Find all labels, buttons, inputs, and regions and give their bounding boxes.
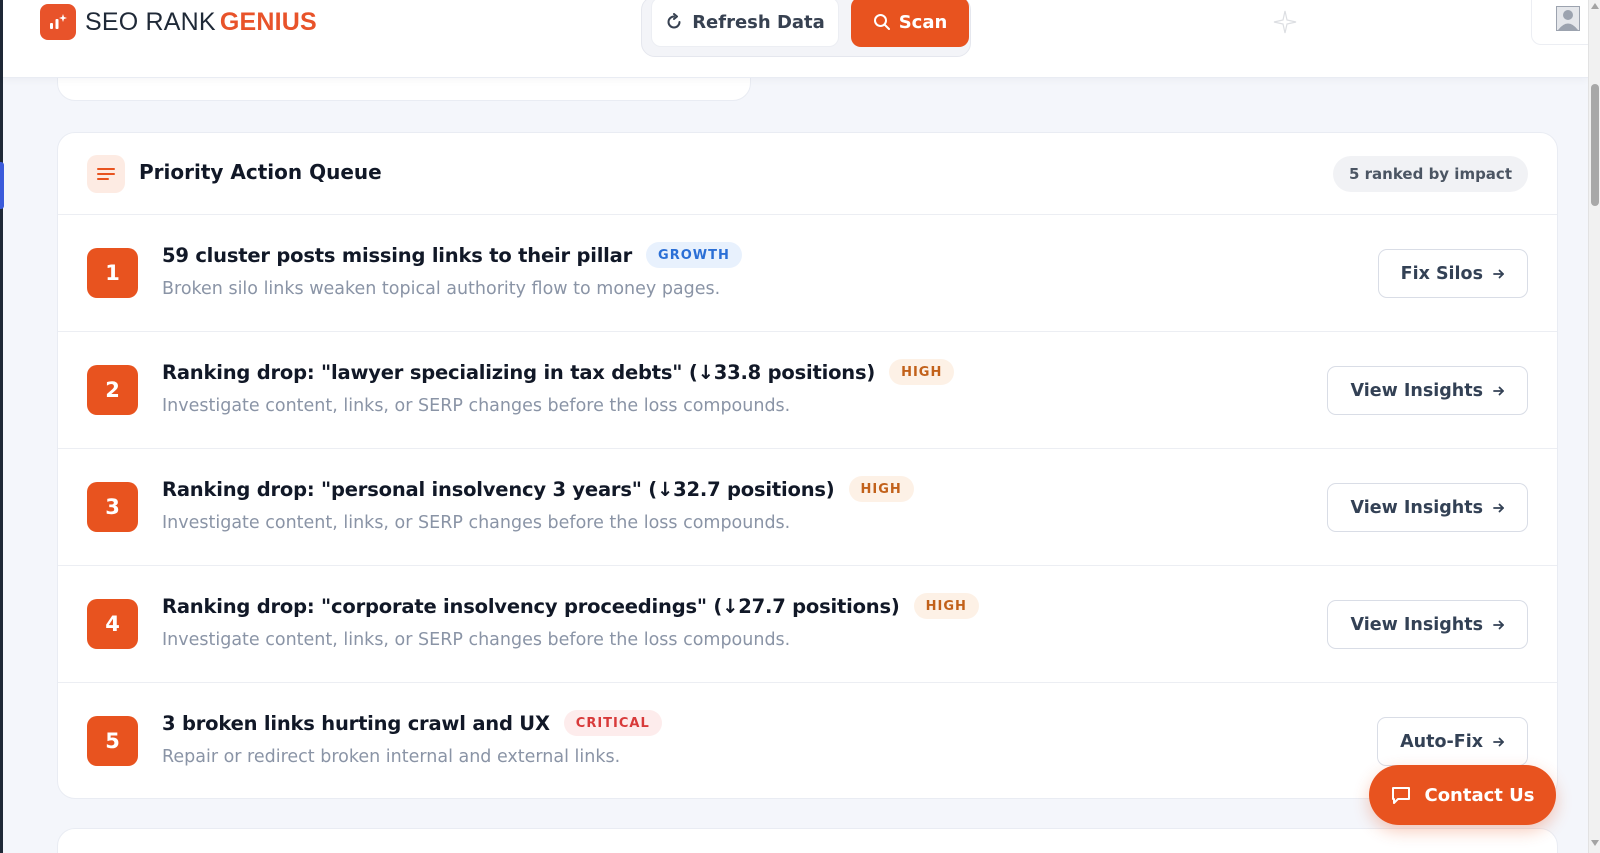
queue-row: 2 Ranking drop: "lawyer specializing in … — [58, 332, 1557, 449]
scroll-up-arrow-icon[interactable] — [1591, 3, 1599, 9]
page-scrollbar[interactable] — [1588, 0, 1600, 853]
queue-row: 3 Ranking drop: "personal insolvency 3 y… — [58, 449, 1557, 566]
contact-label: Contact Us — [1424, 784, 1535, 806]
arrow-right-icon — [1493, 620, 1504, 629]
arrow-right-icon — [1493, 386, 1504, 395]
refresh-data-button[interactable]: Refresh Data — [651, 0, 839, 47]
button-label: Auto-Fix — [1400, 731, 1483, 752]
queue-item-title: Ranking drop: "lawyer specializing in ta… — [162, 360, 876, 384]
queue-row: 5 3 broken links hurting crawl and UX CR… — [58, 683, 1557, 798]
card-title: Priority Action Queue — [139, 160, 382, 184]
queue-item-title: Ranking drop: "corporate insolvency proc… — [162, 594, 900, 618]
priority-tag: GROWTH — [646, 242, 742, 268]
priority-tag: HIGH — [913, 593, 979, 619]
logo-name: SEO RANK — [85, 7, 216, 36]
priority-tag: HIGH — [889, 359, 955, 385]
fix-silos-button[interactable]: Fix Silos — [1377, 249, 1528, 298]
next-card — [57, 828, 1558, 853]
contact-us-button[interactable]: Contact Us — [1369, 765, 1556, 825]
queue-item-description: Investigate content, links, or SERP chan… — [162, 396, 791, 416]
scroll-thumb[interactable] — [1591, 84, 1599, 206]
logo-accent: GENIUS — [219, 7, 317, 36]
rank-badge: 4 — [87, 599, 138, 649]
arrow-right-icon — [1493, 737, 1504, 746]
queue-item-title: 3 broken links hurting crawl and UX — [162, 711, 550, 735]
profile-menu[interactable] — [1531, 0, 1591, 45]
scan-button[interactable]: Scan — [851, 0, 969, 47]
logo[interactable]: SEO RANK GENIUS — [40, 4, 317, 40]
card-header: Priority Action Queue 5 ranked by impact — [58, 133, 1557, 215]
priority-tag: CRITICAL — [563, 710, 662, 736]
rank-badge: 3 — [87, 482, 138, 532]
arrow-right-icon — [1493, 269, 1504, 278]
window-edge — [0, 0, 3, 853]
priority-tag: HIGH — [848, 476, 914, 502]
view-insights-button[interactable]: View Insights — [1327, 483, 1528, 532]
header-action-group: Refresh Data Scan — [641, 0, 971, 57]
button-label: View Insights — [1350, 497, 1483, 518]
scan-label: Scan — [898, 11, 948, 33]
arrow-right-icon — [1493, 503, 1504, 512]
button-label: View Insights — [1350, 614, 1483, 635]
queue-item-description: Broken silo links weaken topical authori… — [162, 279, 721, 299]
list-icon — [87, 155, 125, 193]
queue-item-description: Repair or redirect broken internal and e… — [162, 747, 621, 767]
scroll-down-arrow-icon[interactable] — [1591, 840, 1599, 846]
button-label: View Insights — [1350, 380, 1483, 401]
top-header: SEO RANK GENIUS Refresh Data Scan — [3, 0, 1591, 78]
queue-item-title: 59 cluster posts missing links to their … — [162, 243, 633, 267]
search-icon — [873, 14, 890, 30]
queue-row: 4 Ranking drop: "corporate insolvency pr… — [58, 566, 1557, 683]
refresh-icon — [667, 13, 681, 29]
rank-badge: 2 — [87, 365, 138, 415]
queue-item-description: Investigate content, links, or SERP chan… — [162, 630, 791, 650]
side-indicator — [0, 162, 4, 209]
button-label: Fix Silos — [1400, 263, 1483, 284]
rank-badge: 1 — [87, 248, 138, 298]
chat-icon — [1392, 787, 1411, 804]
queue-item-title: Ranking drop: "personal insolvency 3 yea… — [162, 477, 835, 501]
view-insights-button[interactable]: View Insights — [1327, 600, 1528, 649]
view-insights-button[interactable]: View Insights — [1327, 366, 1528, 415]
refresh-label: Refresh Data — [692, 11, 825, 33]
queue-item-description: Investigate content, links, or SERP chan… — [162, 513, 791, 533]
avatar[interactable] — [1556, 6, 1580, 31]
chart-sparkle-icon — [40, 4, 76, 40]
priority-action-queue-card: Priority Action Queue 5 ranked by impact… — [57, 132, 1558, 799]
ranked-count-badge: 5 ranked by impact — [1333, 156, 1528, 192]
logo-text: SEO RANK GENIUS — [85, 8, 317, 37]
auto-fix-button[interactable]: Auto-Fix — [1377, 717, 1528, 766]
rank-badge: 5 — [87, 716, 138, 766]
queue-row: 1 59 cluster posts missing links to thei… — [58, 215, 1557, 332]
sparkle-icon — [1273, 10, 1297, 34]
